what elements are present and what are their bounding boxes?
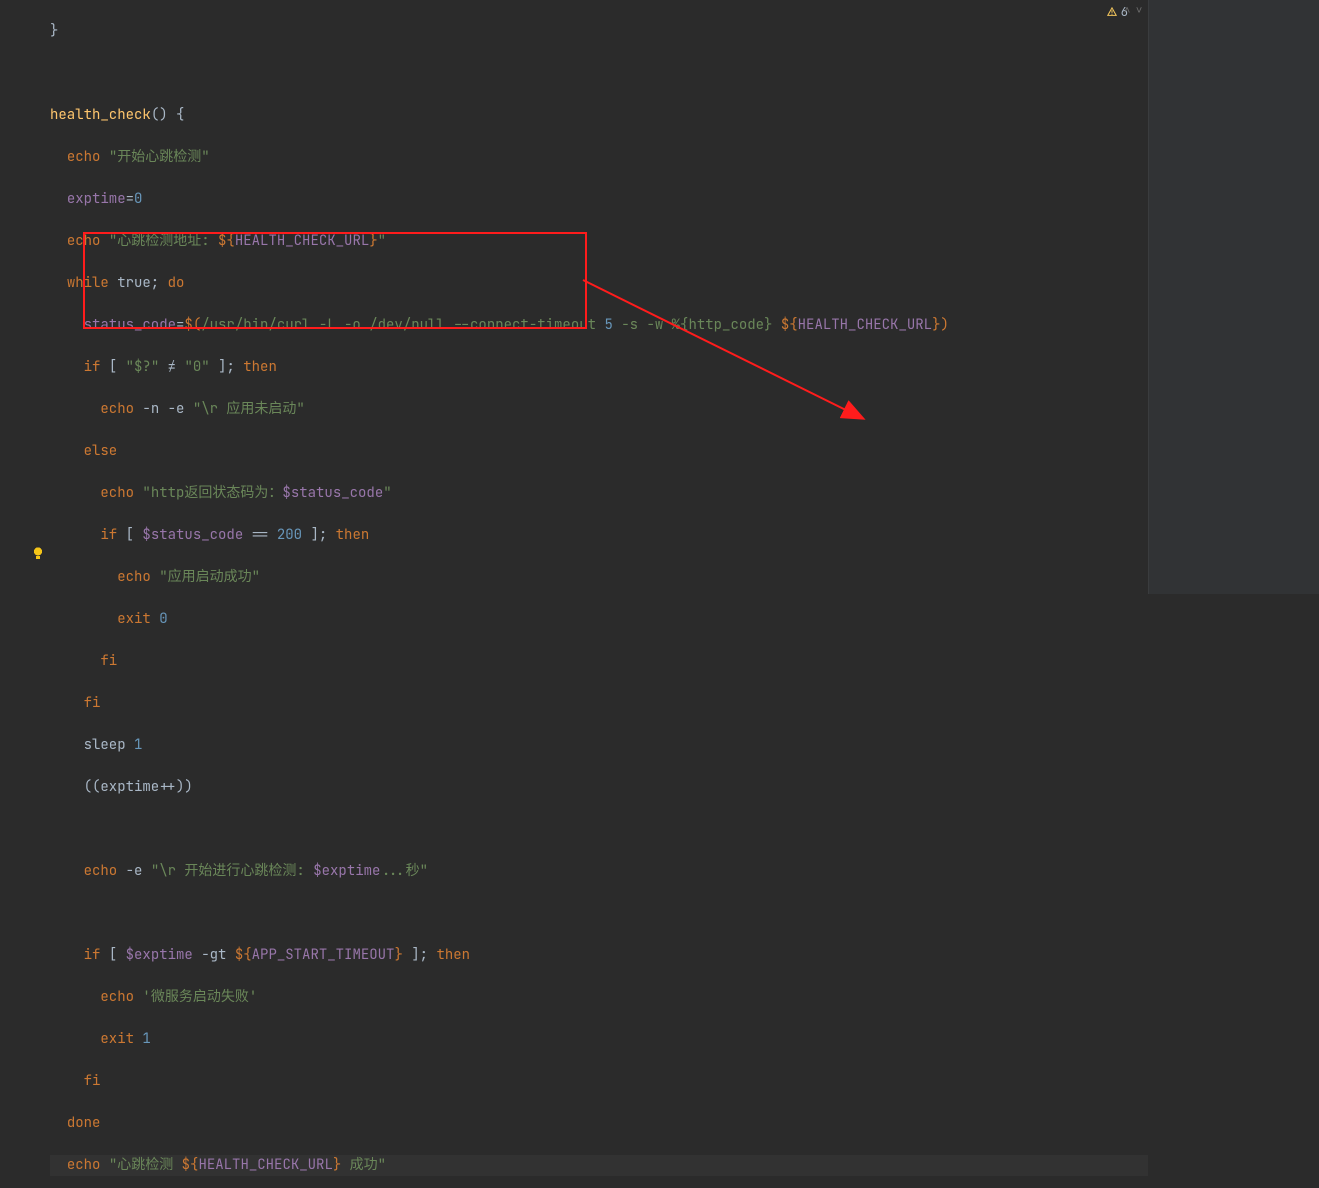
keyword: if bbox=[100, 526, 117, 544]
keyword: echo bbox=[67, 1156, 101, 1174]
code-text: ]; bbox=[302, 526, 336, 544]
number: 0 bbox=[159, 610, 167, 628]
var-brace: ${ bbox=[182, 1156, 199, 1174]
keyword: echo bbox=[67, 232, 101, 250]
cmd-sub: $( bbox=[184, 316, 201, 334]
string: "应用启动成功" bbox=[159, 568, 260, 586]
string: ...秒" bbox=[380, 862, 428, 880]
variable: HEALTH_CHECK_URL bbox=[198, 1156, 332, 1174]
variable: HEALTH_CHECK_URL bbox=[798, 316, 932, 334]
number: 1 bbox=[134, 736, 142, 754]
var-brace: ${ bbox=[235, 946, 252, 964]
variable: $exptime bbox=[126, 946, 193, 964]
keyword: then bbox=[336, 526, 370, 544]
args: -s -w %{http_code} bbox=[613, 316, 781, 334]
code-text: [ bbox=[117, 526, 142, 544]
keyword: echo bbox=[100, 988, 134, 1006]
string: "心跳检测 bbox=[109, 1156, 182, 1174]
variable: $exptime bbox=[313, 862, 380, 880]
var-brace: } bbox=[333, 1156, 341, 1174]
var-brace: ${ bbox=[218, 232, 235, 250]
problems-nav[interactable]: ˄ ˅ bbox=[1122, 4, 1144, 18]
variable: $status_code bbox=[142, 526, 243, 544]
keyword: if bbox=[84, 946, 101, 964]
op: = bbox=[126, 190, 134, 208]
code-text: () { bbox=[151, 106, 185, 124]
chevron-up-icon[interactable]: ˄ bbox=[1122, 4, 1132, 18]
code-text: ((exptime++)) bbox=[84, 778, 193, 796]
string: "http返回状态码为： bbox=[142, 484, 282, 502]
code-text: ]; bbox=[403, 946, 437, 964]
keyword: while bbox=[67, 274, 109, 292]
variable: HEALTH_CHECK_URL bbox=[235, 232, 369, 250]
string: "\r 开始进行心跳检测: bbox=[151, 862, 313, 880]
string: "0" bbox=[184, 358, 209, 376]
keyword: echo bbox=[100, 400, 134, 418]
var-brace: ${ bbox=[781, 316, 798, 334]
variable: $status_code bbox=[282, 484, 383, 502]
path: /usr/bin/curl -L -o /dev/null --connect-… bbox=[201, 316, 604, 334]
keyword: fi bbox=[100, 652, 117, 670]
var-brace: } bbox=[369, 232, 377, 250]
code-editor[interactable]: } health_check() { echo "开始心跳检测" exptime… bbox=[0, 0, 1148, 594]
keyword: exit bbox=[117, 610, 151, 628]
keyword: if bbox=[84, 358, 101, 376]
keyword: fi bbox=[84, 1072, 101, 1090]
op: == bbox=[243, 526, 277, 544]
cmd-sub: ) bbox=[940, 316, 948, 334]
variable: APP_START_TIMEOUT bbox=[252, 946, 395, 964]
keyword: then bbox=[436, 946, 470, 964]
keyword: echo bbox=[117, 568, 151, 586]
string: 成功" bbox=[341, 1156, 386, 1174]
keyword: exit bbox=[100, 1030, 134, 1048]
number: 5 bbox=[604, 316, 612, 334]
keyword: echo bbox=[67, 148, 101, 166]
variable: status_code bbox=[84, 316, 176, 334]
keyword: done bbox=[67, 1114, 101, 1132]
warning-icon bbox=[1107, 7, 1117, 17]
string: "$?" bbox=[126, 358, 160, 376]
bulb-icon[interactable] bbox=[32, 546, 44, 558]
right-minimap-panel[interactable] bbox=[1148, 0, 1319, 594]
string: '微服务启动失败' bbox=[142, 988, 257, 1006]
string: " bbox=[378, 232, 386, 250]
keyword: do bbox=[168, 274, 185, 292]
code-text: -n -e bbox=[134, 400, 193, 418]
code-text: sleep bbox=[84, 736, 134, 754]
string: " bbox=[383, 484, 391, 502]
code-text: [ bbox=[100, 946, 125, 964]
string: "心跳检测地址: bbox=[109, 232, 218, 250]
code-text: } bbox=[50, 22, 58, 40]
keyword: echo bbox=[100, 484, 134, 502]
function-name: health_check bbox=[50, 106, 151, 124]
number: 1 bbox=[142, 1030, 150, 1048]
code-text: -gt bbox=[193, 946, 235, 964]
keyword: else bbox=[84, 442, 118, 460]
code-text: true; bbox=[109, 274, 168, 292]
variable: exptime bbox=[67, 190, 126, 208]
number: 200 bbox=[277, 526, 302, 544]
var-brace: } bbox=[394, 946, 402, 964]
number: 0 bbox=[134, 190, 142, 208]
string: "\r 应用未启动" bbox=[193, 400, 305, 418]
string: "开始心跳检测" bbox=[109, 148, 210, 166]
keyword: fi bbox=[84, 694, 101, 712]
op: ≠ bbox=[159, 358, 184, 376]
keyword: then bbox=[243, 358, 277, 376]
keyword: echo bbox=[84, 862, 118, 880]
code-content[interactable]: } health_check() { echo "开始心跳检测" exptime… bbox=[50, 0, 1148, 1188]
code-text: [ bbox=[100, 358, 125, 376]
code-text: -e bbox=[117, 862, 151, 880]
code-text: ]; bbox=[210, 358, 244, 376]
chevron-down-icon[interactable]: ˅ bbox=[1134, 4, 1144, 18]
